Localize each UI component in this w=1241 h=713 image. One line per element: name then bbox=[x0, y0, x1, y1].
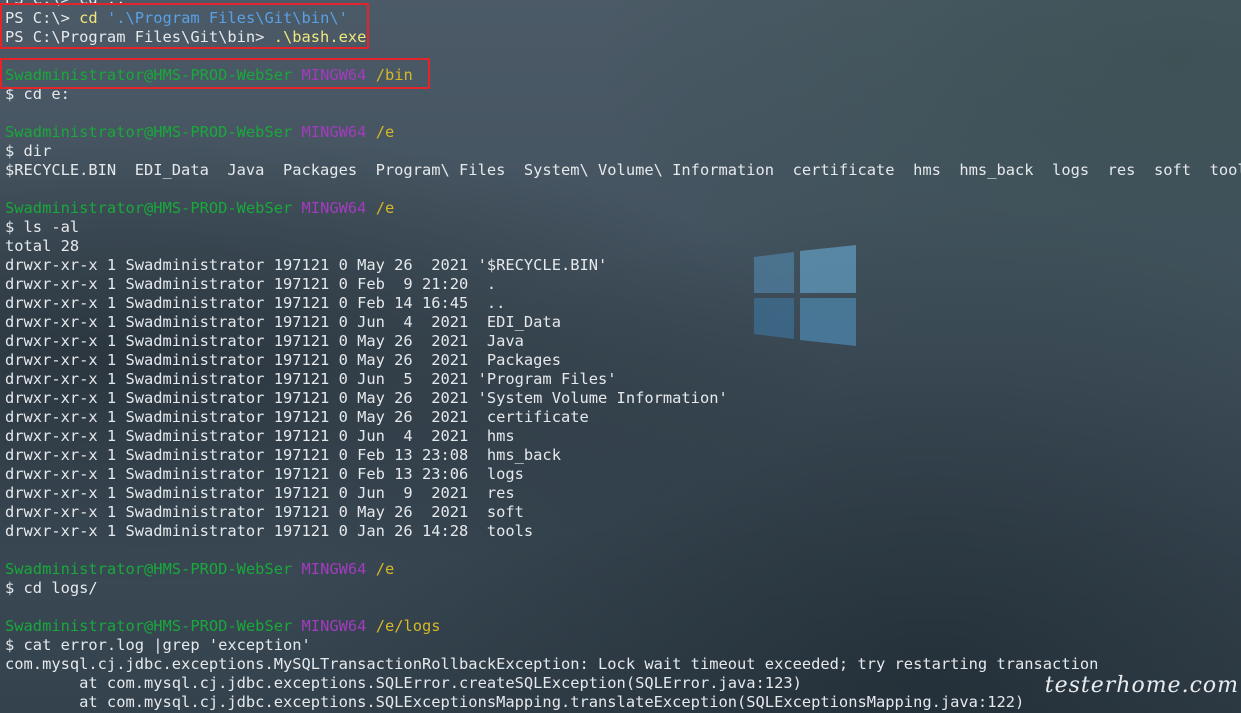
watermark: testerhome.com bbox=[1044, 673, 1239, 698]
terminal-line: com.mysql.cj.jdbc.exceptions.MySQLTransa… bbox=[5, 655, 1241, 674]
terminal-text: drwxr-xr-x 1 Swadministrator 197121 0 Fe… bbox=[5, 294, 506, 312]
terminal-line: drwxr-xr-x 1 Swadministrator 197121 0 Ja… bbox=[5, 522, 1241, 541]
terminal-user-text: Swadministrator@HMS-PROD-WebSer bbox=[5, 560, 293, 578]
terminal-line: drwxr-xr-x 1 Swadministrator 197121 0 Ju… bbox=[5, 427, 1241, 446]
terminal-path-text: /e bbox=[375, 123, 395, 141]
terminal-text: drwxr-xr-x 1 Swadministrator 197121 0 Ju… bbox=[5, 313, 561, 331]
terminal-line: drwxr-xr-x 1 Swadministrator 197121 0 Ma… bbox=[5, 256, 1241, 275]
terminal-line: Swadministrator@HMS-PROD-WebSer MINGW64 … bbox=[5, 617, 1241, 636]
terminal-line: drwxr-xr-x 1 Swadministrator 197121 0 Ju… bbox=[5, 313, 1241, 332]
terminal-line: total 28 bbox=[5, 237, 1241, 256]
terminal-line: drwxr-xr-x 1 Swadministrator 197121 0 Ma… bbox=[5, 351, 1241, 370]
terminal-text: drwxr-xr-x 1 Swadministrator 197121 0 Ma… bbox=[5, 389, 728, 407]
terminal-line: $ ls -al bbox=[5, 218, 1241, 237]
terminal-line: drwxr-xr-x 1 Swadministrator 197121 0 Ma… bbox=[5, 408, 1241, 427]
terminal-text: $ cd logs/ bbox=[5, 579, 98, 597]
terminal-text: drwxr-xr-x 1 Swadministrator 197121 0 Ma… bbox=[5, 408, 589, 426]
terminal-line: drwxr-xr-x 1 Swadministrator 197121 0 Ju… bbox=[5, 370, 1241, 389]
terminal-text: drwxr-xr-x 1 Swadministrator 197121 0 Fe… bbox=[5, 275, 497, 293]
terminal-line: drwxr-xr-x 1 Swadministrator 197121 0 Ma… bbox=[5, 389, 1241, 408]
terminal-sys-text: MINGW64 bbox=[301, 560, 367, 578]
terminal-text: drwxr-xr-x 1 Swadministrator 197121 0 Ju… bbox=[5, 370, 617, 388]
terminal-text: drwxr-xr-x 1 Swadministrator 197121 0 Ma… bbox=[5, 503, 524, 521]
terminal-line: Swadministrator@HMS-PROD-WebSer MINGW64 … bbox=[5, 560, 1241, 579]
terminal-line: Swadministrator@HMS-PROD-WebSer MINGW64 … bbox=[5, 123, 1241, 142]
terminal-text: drwxr-xr-x 1 Swadministrator 197121 0 Fe… bbox=[5, 446, 561, 464]
terminal-line: drwxr-xr-x 1 Swadministrator 197121 0 Ju… bbox=[5, 484, 1241, 503]
terminal-text: at com.mysql.cj.jdbc.exceptions.SQLError… bbox=[5, 674, 802, 692]
terminal-sys-text: MINGW64 bbox=[301, 123, 367, 141]
terminal-text: $ dir bbox=[5, 142, 52, 160]
terminal-text: at com.mysql.cj.jdbc.exceptions.SQLExcep… bbox=[5, 693, 1025, 711]
terminal-user-text: Swadministrator@HMS-PROD-WebSer bbox=[5, 617, 293, 635]
terminal-text: drwxr-xr-x 1 Swadministrator 197121 0 Ma… bbox=[5, 332, 524, 350]
terminal-line: $ dir bbox=[5, 142, 1241, 161]
terminal-line: $ cd logs/ bbox=[5, 579, 1241, 598]
terminal-text: total 28 bbox=[5, 237, 80, 255]
terminal-sys-text: MINGW64 bbox=[301, 199, 367, 217]
terminal-line: $ cat error.log |grep 'exception' bbox=[5, 636, 1241, 655]
highlight-box-mingw-prompt bbox=[0, 58, 430, 89]
terminal-path-text: /e bbox=[375, 199, 395, 217]
terminal-text: drwxr-xr-x 1 Swadministrator 197121 0 Ma… bbox=[5, 351, 561, 369]
terminal-text: drwxr-xr-x 1 Swadministrator 197121 0 Ju… bbox=[5, 427, 515, 445]
terminal-line: $RECYCLE.BIN EDI_Data Java Packages Prog… bbox=[5, 161, 1241, 180]
terminal-user-text: Swadministrator@HMS-PROD-WebSer bbox=[5, 123, 293, 141]
terminal-text: $ ls -al bbox=[5, 218, 80, 236]
terminal-text: drwxr-xr-x 1 Swadministrator 197121 0 Ma… bbox=[5, 256, 608, 274]
terminal-path-text: /e bbox=[375, 560, 395, 578]
highlight-box-cd-bash bbox=[0, 3, 369, 49]
terminal-text: drwxr-xr-x 1 Swadministrator 197121 0 Ju… bbox=[5, 484, 515, 502]
terminal-line: drwxr-xr-x 1 Swadministrator 197121 0 Ma… bbox=[5, 503, 1241, 522]
terminal-text: $ cat error.log |grep 'exception' bbox=[5, 636, 311, 654]
terminal-line: drwxr-xr-x 1 Swadministrator 197121 0 Ma… bbox=[5, 332, 1241, 351]
terminal-sys-text: MINGW64 bbox=[301, 617, 367, 635]
terminal-text: drwxr-xr-x 1 Swadministrator 197121 0 Ja… bbox=[5, 522, 534, 540]
terminal-user-text: Swadministrator@HMS-PROD-WebSer bbox=[5, 199, 293, 217]
terminal-text: com.mysql.cj.jdbc.exceptions.MySQLTransa… bbox=[5, 655, 1099, 673]
terminal-line: drwxr-xr-x 1 Swadministrator 197121 0 Fe… bbox=[5, 294, 1241, 313]
terminal-path-text: /e/logs bbox=[375, 617, 441, 635]
terminal-line: Swadministrator@HMS-PROD-WebSer MINGW64 … bbox=[5, 199, 1241, 218]
terminal-text: $RECYCLE.BIN EDI_Data Java Packages Prog… bbox=[5, 161, 1241, 179]
terminal-line: drwxr-xr-x 1 Swadministrator 197121 0 Fe… bbox=[5, 465, 1241, 484]
terminal-output[interactable]: PS C:\> cd ..PS C:\> cd '.\Program Files… bbox=[5, 0, 1241, 712]
terminal-line: drwxr-xr-x 1 Swadministrator 197121 0 Fe… bbox=[5, 275, 1241, 294]
terminal-text: drwxr-xr-x 1 Swadministrator 197121 0 Fe… bbox=[5, 465, 524, 483]
terminal-line: drwxr-xr-x 1 Swadministrator 197121 0 Fe… bbox=[5, 446, 1241, 465]
